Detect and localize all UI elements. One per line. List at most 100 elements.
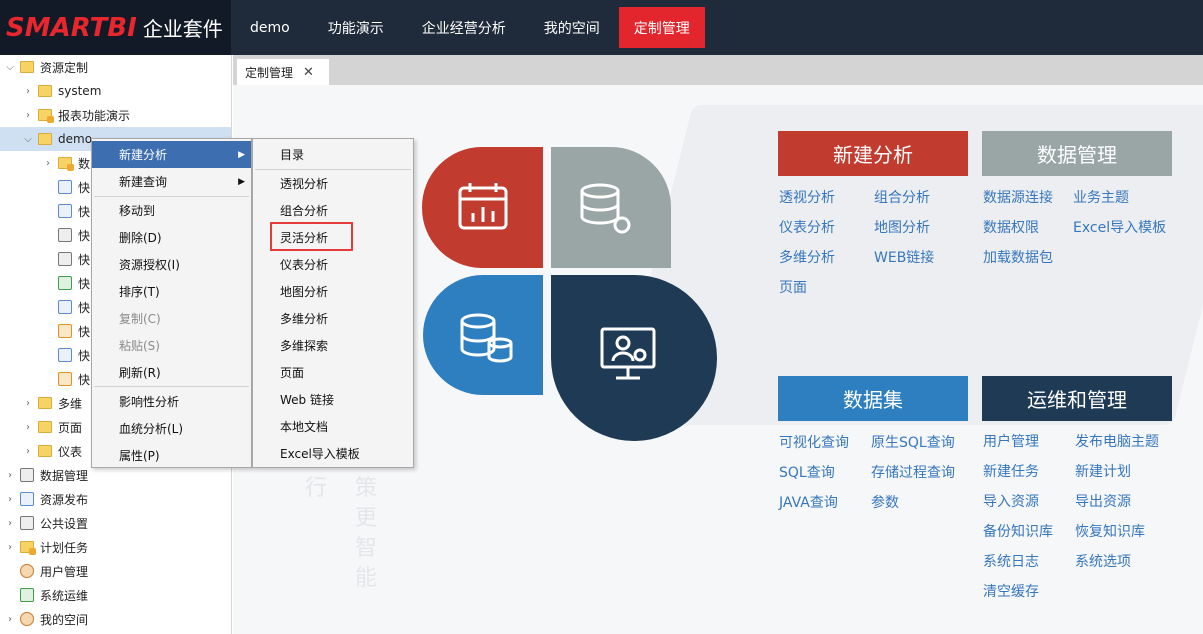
tree-item-quick-5[interactable]: 快: [58, 271, 90, 295]
tree-item-quick-2[interactable]: 快: [58, 199, 90, 223]
tree-item-scheduled-tasks[interactable]: › 计划任务: [4, 535, 88, 559]
chevron-right-icon[interactable]: ›: [22, 110, 34, 121]
tree-item-resource-custom[interactable]: ⌵ 资源定制: [4, 55, 88, 79]
tree-item-quick-9[interactable]: 快: [58, 367, 90, 391]
link-dashboard-analysis[interactable]: 仪表分析: [779, 217, 835, 237]
menu-item-impact-analysis[interactable]: 影响性分析: [92, 388, 251, 415]
chevron-right-icon[interactable]: ›: [22, 446, 34, 457]
nav-business-analysis[interactable]: 企业经营分析: [403, 0, 525, 55]
link-pivot-analysis[interactable]: 透视分析: [779, 187, 835, 207]
link-export-resource[interactable]: 导出资源: [1075, 491, 1131, 511]
chevron-right-icon[interactable]: ›: [4, 614, 16, 625]
link-business-topic[interactable]: 业务主题: [1073, 187, 1129, 207]
tree-item-quick-7[interactable]: 快: [58, 319, 90, 343]
link-import-resource[interactable]: 导入资源: [983, 491, 1039, 511]
link-backup-repository[interactable]: 备份知识库: [983, 521, 1053, 541]
nav-custom-management[interactable]: 定制管理: [618, 7, 705, 48]
menu-item-move-to[interactable]: 移动到: [92, 197, 251, 224]
submenu-item-page[interactable]: 页面: [253, 359, 413, 386]
chevron-right-icon[interactable]: ›: [42, 158, 54, 169]
submenu-item-excel-import-template[interactable]: Excel导入模板: [253, 440, 413, 467]
submenu-item-local-document[interactable]: 本地文档: [253, 413, 413, 440]
link-system-log[interactable]: 系统日志: [983, 551, 1039, 571]
chevron-down-icon[interactable]: ⌵: [22, 134, 34, 145]
link-page[interactable]: 页面: [779, 277, 807, 297]
menu-item-new-analysis[interactable]: 新建分析 ▶: [92, 141, 251, 168]
link-stored-procedure-query[interactable]: 存储过程查询: [871, 462, 955, 482]
data-management-card-title[interactable]: 数据管理: [982, 131, 1172, 176]
tree-item-quick-3[interactable]: 快: [58, 223, 90, 247]
nav-feature-demo[interactable]: 功能演示: [309, 0, 403, 55]
dataset-card-title[interactable]: 数据集: [778, 376, 968, 421]
link-new-schedule[interactable]: 新建计划: [1075, 461, 1131, 481]
tree-item-report-demo[interactable]: › 报表功能演示: [22, 103, 130, 127]
link-datasource-connection[interactable]: 数据源连接: [983, 187, 1053, 207]
folder-icon: [38, 85, 52, 97]
menu-item-delete[interactable]: 删除(D): [92, 224, 251, 251]
link-publish-pc-theme[interactable]: 发布电脑主题: [1075, 431, 1159, 451]
link-multidim-analysis[interactable]: 多维分析: [779, 247, 835, 267]
nav-demo[interactable]: demo: [231, 0, 309, 55]
link-java-query[interactable]: JAVA查询: [779, 492, 838, 512]
nav-my-space[interactable]: 我的空间: [525, 0, 619, 55]
menu-item-sort[interactable]: 排序(T): [92, 278, 251, 305]
tree-item-system-ops[interactable]: 系统运维: [20, 583, 88, 607]
menu-item-refresh[interactable]: 刷新(R): [92, 359, 251, 386]
link-sql-query[interactable]: SQL查询: [779, 462, 835, 482]
menu-item-properties[interactable]: 属性(P): [92, 442, 251, 469]
tab-custom-management[interactable]: 定制管理 ✕: [237, 59, 329, 85]
chevron-right-icon[interactable]: ›: [22, 398, 34, 409]
tree-item-multidim[interactable]: › 多维: [22, 391, 82, 415]
submenu-item-multidim-analysis[interactable]: 多维分析: [253, 305, 413, 332]
submenu-item-web-link[interactable]: Web 链接: [253, 386, 413, 413]
link-web-link[interactable]: WEB链接: [874, 247, 934, 267]
link-combo-analysis[interactable]: 组合分析: [874, 187, 930, 207]
tree-item-data-management[interactable]: › 数据管理: [4, 463, 88, 487]
menu-item-resource-authorization[interactable]: 资源授权(I): [92, 251, 251, 278]
tree-item-quick-4[interactable]: 快: [58, 247, 90, 271]
submenu-item-folder[interactable]: 目录: [253, 141, 413, 168]
submenu-item-combo-analysis[interactable]: 组合分析: [253, 197, 413, 224]
tree-item-user-management[interactable]: 用户管理: [20, 559, 88, 583]
chevron-right-icon[interactable]: ›: [4, 518, 16, 529]
tree-item-system[interactable]: › system: [22, 79, 101, 103]
link-user-management[interactable]: 用户管理: [983, 431, 1039, 451]
close-icon[interactable]: ✕: [303, 65, 314, 80]
link-visual-query[interactable]: 可视化查询: [779, 432, 849, 452]
link-load-data-package[interactable]: 加载数据包: [983, 247, 1053, 267]
link-map-analysis[interactable]: 地图分析: [874, 217, 930, 237]
tree-item-quick-6[interactable]: 快: [58, 295, 90, 319]
chevron-right-icon[interactable]: ›: [22, 422, 34, 433]
ops-card-title[interactable]: 运维和管理: [982, 376, 1172, 421]
menu-item-copy[interactable]: 复制(C): [92, 305, 251, 332]
submenu-item-dashboard-analysis[interactable]: 仪表分析: [253, 251, 413, 278]
link-parameters[interactable]: 参数: [871, 492, 899, 512]
submenu-item-pivot-analysis[interactable]: 透视分析: [253, 170, 413, 197]
chevron-right-icon[interactable]: ›: [4, 494, 16, 505]
link-data-permission[interactable]: 数据权限: [983, 217, 1039, 237]
tree-item-quick-8[interactable]: 快: [58, 343, 90, 367]
tree-item-my-space[interactable]: › 我的空间: [4, 607, 88, 631]
link-excel-import-template[interactable]: Excel导入模板: [1073, 217, 1166, 237]
chevron-right-icon[interactable]: ›: [22, 86, 34, 97]
tree-item-public-settings[interactable]: › 公共设置: [4, 511, 88, 535]
tree-item-page[interactable]: › 页面: [22, 415, 82, 439]
link-new-task[interactable]: 新建任务: [983, 461, 1039, 481]
submenu-item-multidim-explore[interactable]: 多维探索: [253, 332, 413, 359]
tree-item-data[interactable]: › 数: [42, 151, 90, 175]
chevron-right-icon[interactable]: ›: [4, 470, 16, 481]
tree-item-resource-publish[interactable]: › 资源发布: [4, 487, 88, 511]
chevron-down-icon[interactable]: ⌵: [4, 62, 16, 73]
submenu-item-map-analysis[interactable]: 地图分析: [253, 278, 413, 305]
tree-item-dashboard[interactable]: › 仪表: [22, 439, 82, 463]
tree-item-quick-1[interactable]: 快: [58, 175, 90, 199]
link-restore-repository[interactable]: 恢复知识库: [1075, 521, 1145, 541]
link-system-options[interactable]: 系统选项: [1075, 551, 1131, 571]
chevron-right-icon[interactable]: ›: [4, 542, 16, 553]
link-clear-cache[interactable]: 清空缓存: [983, 581, 1039, 601]
new-analysis-card-title[interactable]: 新建分析: [778, 131, 968, 176]
menu-item-paste[interactable]: 粘贴(S): [92, 332, 251, 359]
link-native-sql-query[interactable]: 原生SQL查询: [871, 432, 955, 452]
menu-item-new-query[interactable]: 新建查询 ▶: [92, 168, 251, 195]
menu-item-lineage-analysis[interactable]: 血统分析(L): [92, 415, 251, 442]
